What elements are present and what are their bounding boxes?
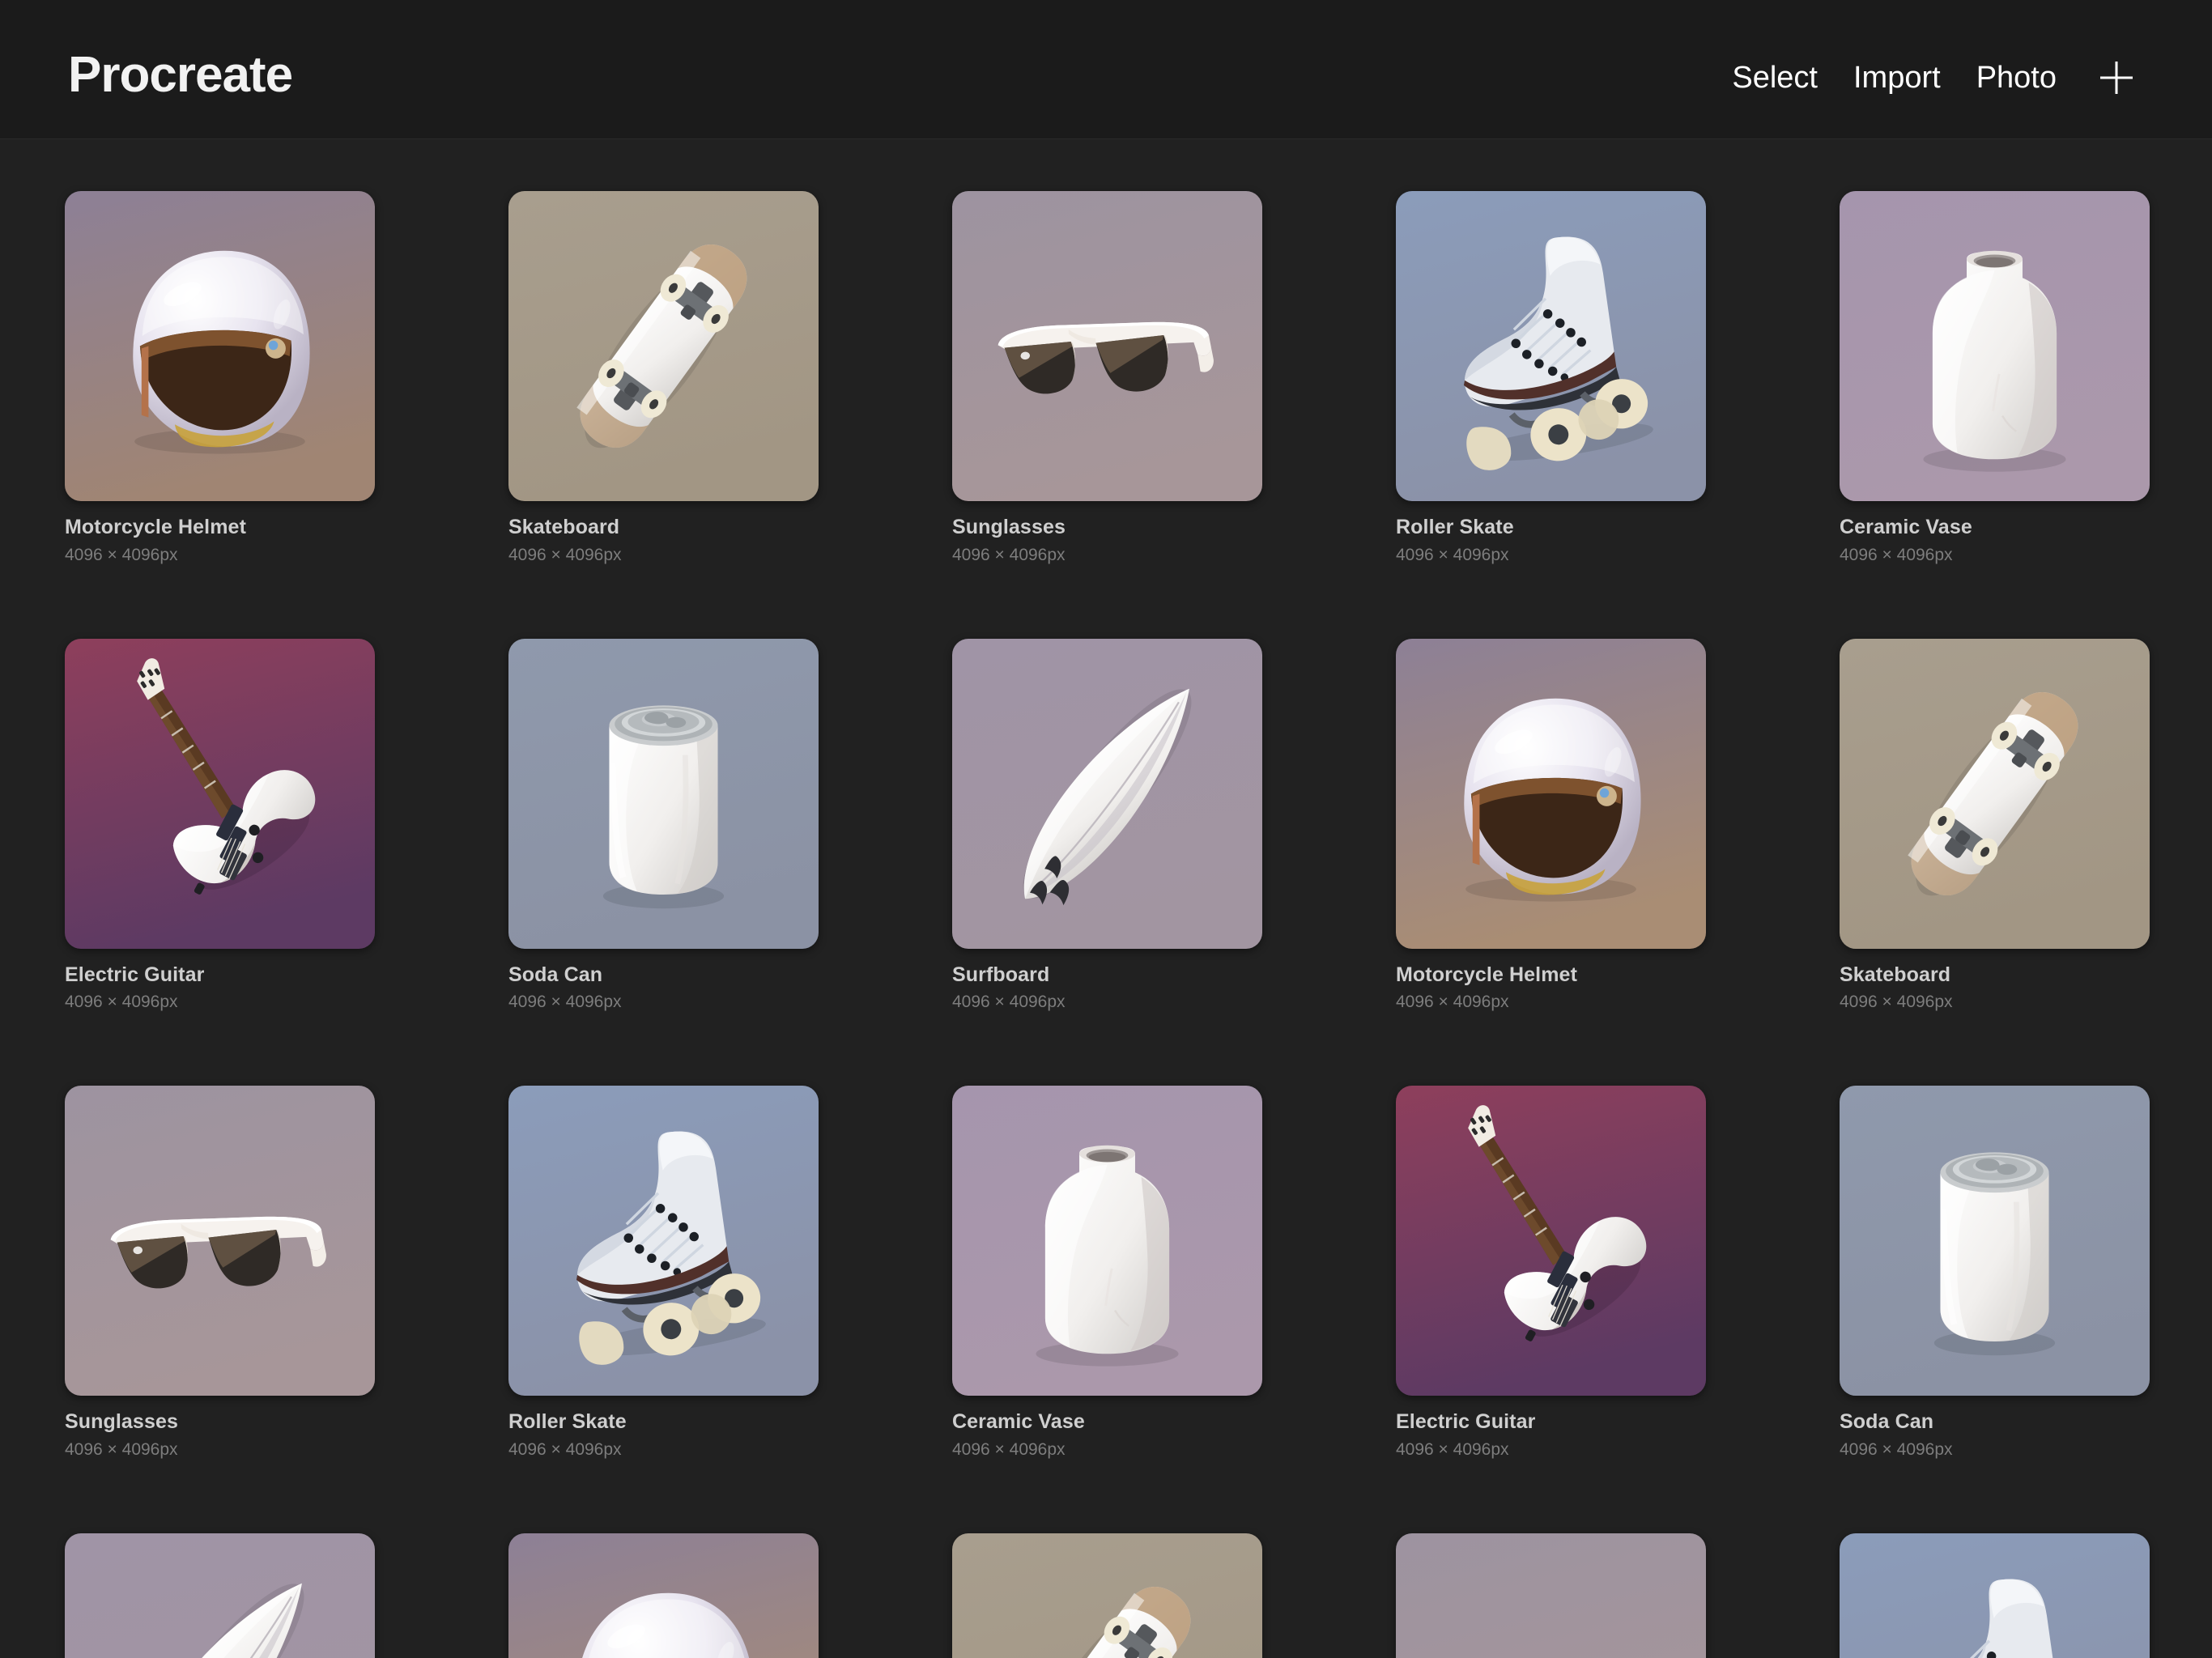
artwork-meta: Surfboard4096 × 4096px [952,949,1262,1012]
artwork-card[interactable]: Ceramic Vase4096 × 4096px [1840,191,2150,564]
artwork-thumbnail[interactable] [508,191,819,501]
plus-icon [2098,59,2135,96]
artwork-title: Roller Skate [1396,517,1706,539]
artwork-dimensions: 4096 × 4096px [65,1434,375,1459]
artwork-card[interactable]: Soda Can4096 × 4096px [508,639,819,1012]
artwork-gallery[interactable]: Motorcycle Helmet4096 × 4096px [0,139,2212,1658]
artwork-card[interactable]: Motorcycle Helmet4096 × 4096px [508,1533,819,1658]
artwork-title: Soda Can [1840,1411,2150,1434]
artwork-thumbnail[interactable] [508,1533,819,1658]
artwork-card[interactable]: Sunglasses4096 × 4096px [1396,1533,1706,1658]
header-actions: Select Import Photo [1714,53,2149,102]
artwork-title: Soda Can [508,964,819,987]
artwork-meta: Ceramic Vase4096 × 4096px [952,1396,1262,1459]
artwork-thumbnail[interactable] [1840,1533,2150,1658]
app-header: Procreate Select Import Photo [0,0,2212,139]
artwork-card[interactable]: Soda Can4096 × 4096px [1840,1086,2150,1459]
artwork-thumbnail[interactable] [952,639,1262,949]
artwork-thumbnail[interactable] [65,1533,375,1658]
artwork-meta: Roller Skate4096 × 4096px [1396,501,1706,564]
artwork-meta: Ceramic Vase4096 × 4096px [1840,501,2150,564]
artwork-card[interactable]: Skateboard4096 × 4096px [1840,639,2150,1012]
artwork-dimensions: 4096 × 4096px [1840,986,2150,1011]
page-title: Procreate [68,50,292,100]
artwork-dimensions: 4096 × 4096px [65,539,375,564]
artwork-card[interactable]: Motorcycle Helmet4096 × 4096px [1396,639,1706,1012]
artwork-thumbnail[interactable] [1396,639,1706,949]
artwork-title: Sunglasses [952,517,1262,539]
artwork-thumbnail[interactable] [1840,191,2150,501]
artwork-dimensions: 4096 × 4096px [952,539,1262,564]
artwork-thumbnail[interactable] [952,1533,1262,1658]
artwork-title: Roller Skate [508,1411,819,1434]
artwork-dimensions: 4096 × 4096px [508,539,819,564]
artwork-meta: Sunglasses4096 × 4096px [65,1396,375,1459]
artwork-thumbnail[interactable] [952,1086,1262,1396]
artwork-dimensions: 4096 × 4096px [508,1434,819,1459]
artwork-card[interactable]: Roller Skate4096 × 4096px [508,1086,819,1459]
artwork-thumbnail[interactable] [65,639,375,949]
artwork-card[interactable]: Sunglasses4096 × 4096px [65,1086,375,1459]
photo-button[interactable]: Photo [1959,62,2074,93]
artwork-card[interactable]: Motorcycle Helmet4096 × 4096px [65,191,375,564]
artwork-grid: Motorcycle Helmet4096 × 4096px [0,139,2212,1658]
artwork-thumbnail[interactable] [1396,1533,1706,1658]
artwork-meta: Electric Guitar4096 × 4096px [65,949,375,1012]
artwork-dimensions: 4096 × 4096px [952,986,1262,1011]
select-button[interactable]: Select [1714,62,1836,93]
artwork-title: Skateboard [1840,964,2150,987]
artwork-thumbnail[interactable] [65,1086,375,1396]
artwork-meta: Electric Guitar4096 × 4096px [1396,1396,1706,1459]
artwork-card[interactable]: Electric Guitar4096 × 4096px [65,639,375,1012]
artwork-card[interactable]: Electric Guitar4096 × 4096px [1396,1086,1706,1459]
artwork-title: Sunglasses [65,1411,375,1434]
artwork-thumbnail[interactable] [508,639,819,949]
artwork-meta: Roller Skate4096 × 4096px [508,1396,819,1459]
import-button[interactable]: Import [1836,62,1959,93]
artwork-thumbnail[interactable] [1840,1086,2150,1396]
artwork-meta: Sunglasses4096 × 4096px [952,501,1262,564]
artwork-thumbnail[interactable] [508,1086,819,1396]
artwork-dimensions: 4096 × 4096px [1840,539,2150,564]
artwork-title: Surfboard [952,964,1262,987]
artwork-title: Electric Guitar [1396,1411,1706,1434]
artwork-dimensions: 4096 × 4096px [952,1434,1262,1459]
artwork-title: Electric Guitar [65,964,375,987]
artwork-dimensions: 4096 × 4096px [1396,986,1706,1011]
artwork-card[interactable]: Surfboard4096 × 4096px [65,1533,375,1658]
artwork-title: Skateboard [508,517,819,539]
artwork-dimensions: 4096 × 4096px [1396,539,1706,564]
artwork-dimensions: 4096 × 4096px [1396,1434,1706,1459]
artwork-dimensions: 4096 × 4096px [508,986,819,1011]
artwork-meta: Motorcycle Helmet4096 × 4096px [1396,949,1706,1012]
artwork-card[interactable]: Skateboard4096 × 4096px [952,1533,1262,1658]
artwork-thumbnail[interactable] [1396,191,1706,501]
artwork-thumbnail[interactable] [952,191,1262,501]
artwork-meta: Soda Can4096 × 4096px [1840,1396,2150,1459]
artwork-card[interactable]: Skateboard4096 × 4096px [508,191,819,564]
artwork-title: Motorcycle Helmet [65,517,375,539]
artwork-meta: Soda Can4096 × 4096px [508,949,819,1012]
artwork-meta: Skateboard4096 × 4096px [1840,949,2150,1012]
artwork-title: Ceramic Vase [952,1411,1262,1434]
artwork-card[interactable]: Roller Skate4096 × 4096px [1840,1533,2150,1658]
artwork-dimensions: 4096 × 4096px [1840,1434,2150,1459]
artwork-card[interactable]: Surfboard4096 × 4096px [952,639,1262,1012]
artwork-title: Motorcycle Helmet [1396,964,1706,987]
artwork-dimensions: 4096 × 4096px [65,986,375,1011]
artwork-meta: Skateboard4096 × 4096px [508,501,819,564]
artwork-card[interactable]: Roller Skate4096 × 4096px [1396,191,1706,564]
artwork-thumbnail[interactable] [1396,1086,1706,1396]
artwork-meta: Motorcycle Helmet4096 × 4096px [65,501,375,564]
artwork-card[interactable]: Ceramic Vase4096 × 4096px [952,1086,1262,1459]
add-artwork-button[interactable] [2084,53,2149,102]
artwork-thumbnail[interactable] [1840,639,2150,949]
artwork-card[interactable]: Sunglasses4096 × 4096px [952,191,1262,564]
artwork-title: Ceramic Vase [1840,517,2150,539]
artwork-thumbnail[interactable] [65,191,375,501]
